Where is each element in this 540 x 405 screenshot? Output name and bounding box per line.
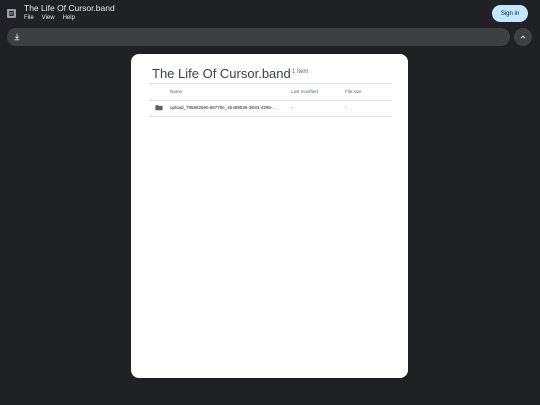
window-title: The Life Of Cursor.band — [24, 3, 115, 13]
top-bar: The Life Of Cursor.band File View Help S… — [0, 0, 540, 28]
column-header-last-modified[interactable]: Last modified — [291, 89, 318, 94]
download-icon[interactable] — [13, 33, 21, 41]
item-count: 1 item — [292, 69, 309, 75]
document-icon — [7, 9, 16, 18]
divider — [149, 116, 392, 117]
file-browser-panel: The Life Of Cursor.band 1 item Name Last… — [131, 54, 408, 378]
file-size: - — [345, 105, 347, 110]
column-header-file-size[interactable]: File size — [345, 89, 362, 94]
column-header-name[interactable]: Name — [170, 89, 182, 94]
menu-view[interactable]: View — [42, 15, 55, 21]
divider — [149, 83, 392, 84]
panel-title: The Life Of Cursor.band — [152, 66, 291, 81]
folder-icon — [155, 105, 163, 111]
table-row[interactable]: upload_795882590.68770e_4b499936-3E83-42… — [149, 101, 392, 116]
menu-bar: File View Help — [24, 15, 75, 21]
last-modified: - — [291, 105, 293, 110]
menu-help[interactable]: Help — [63, 15, 75, 21]
menu-file[interactable]: File — [24, 15, 34, 21]
toolbar — [7, 28, 510, 46]
chevron-up-icon — [520, 35, 526, 39]
file-name: upload_795882590.68770e_4b499936-3E83-42… — [170, 105, 277, 110]
collapse-button[interactable] — [514, 28, 532, 46]
sign-in-button[interactable]: Sign in — [492, 5, 528, 22]
